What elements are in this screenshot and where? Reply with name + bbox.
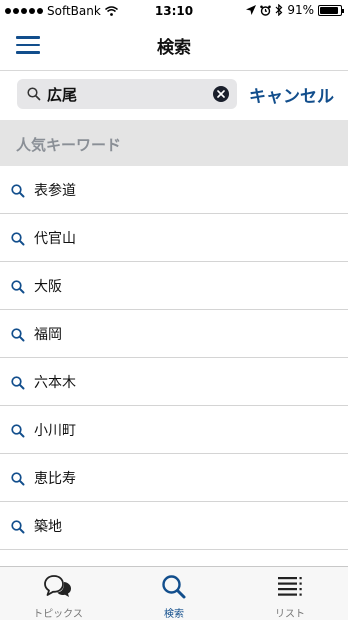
battery-percent: 91% xyxy=(287,3,314,17)
keyword-label: 六本木 xyxy=(34,375,76,391)
search-input[interactable] xyxy=(47,83,212,105)
bluetooth-icon xyxy=(275,4,283,16)
keyword-list-item[interactable]: 福岡 xyxy=(0,310,348,358)
keyword-list-item[interactable]: 大阪 xyxy=(0,262,348,310)
alarm-clock-icon xyxy=(260,5,272,16)
keyword-label: 大阪 xyxy=(34,279,62,295)
keyword-list-item[interactable]: 築地 xyxy=(0,502,348,550)
tab-list-label: リスト xyxy=(275,609,305,620)
keyword-label: 築地 xyxy=(34,519,62,535)
battery-icon xyxy=(318,4,344,16)
keyword-list: 表参道代官山大阪福岡六本木小川町恵比寿築地 xyxy=(0,166,348,550)
search-icon xyxy=(11,424,25,438)
location-arrow-icon xyxy=(246,5,257,15)
speech-bubbles-icon xyxy=(44,575,71,597)
keyword-list-item[interactable]: 恵比寿 xyxy=(0,454,348,502)
status-bar: SoftBank 13:10 91% xyxy=(0,0,348,22)
keyword-label: 小川町 xyxy=(34,423,76,439)
keyword-label: 福岡 xyxy=(34,327,62,343)
search-icon xyxy=(11,184,25,198)
tab-topics[interactable]: トピックス xyxy=(0,567,116,620)
keyword-list-item[interactable]: 小川町 xyxy=(0,406,348,454)
section-title: 人気キーワード xyxy=(16,136,122,154)
search-icon xyxy=(11,376,25,390)
keyword-label: 表参道 xyxy=(34,183,76,199)
search-field[interactable] xyxy=(17,79,237,109)
page-title: 検索 xyxy=(157,38,191,58)
keyword-label: 恵比寿 xyxy=(34,471,76,487)
navigation-bar: 検索 xyxy=(0,22,348,68)
search-icon xyxy=(162,575,186,599)
tab-search-label: 検索 xyxy=(164,609,184,620)
search-icon xyxy=(27,87,41,101)
search-icon xyxy=(11,472,25,486)
tab-search[interactable]: 検索 xyxy=(116,567,232,620)
search-row: キャンセル xyxy=(0,70,348,120)
search-icon xyxy=(11,232,25,246)
keyword-list-item[interactable]: 六本木 xyxy=(0,358,348,406)
clear-search-button[interactable] xyxy=(213,86,229,102)
keyword-list-item[interactable]: 代官山 xyxy=(0,214,348,262)
status-right: 91% xyxy=(246,3,344,17)
tab-topics-label: トピックス xyxy=(33,609,83,620)
popular-keywords-header: 人気キーワード xyxy=(0,120,348,166)
tab-bar: トピックス 検索 リスト xyxy=(0,566,348,620)
keyword-label: 代官山 xyxy=(34,231,76,247)
search-icon xyxy=(11,280,25,294)
keyword-list-item[interactable]: 表参道 xyxy=(0,166,348,214)
search-icon xyxy=(11,328,25,342)
close-icon xyxy=(217,90,225,98)
tab-list[interactable]: リスト xyxy=(232,567,348,620)
list-icon xyxy=(278,577,302,596)
search-icon xyxy=(11,520,25,534)
cancel-button[interactable]: キャンセル xyxy=(249,82,334,107)
